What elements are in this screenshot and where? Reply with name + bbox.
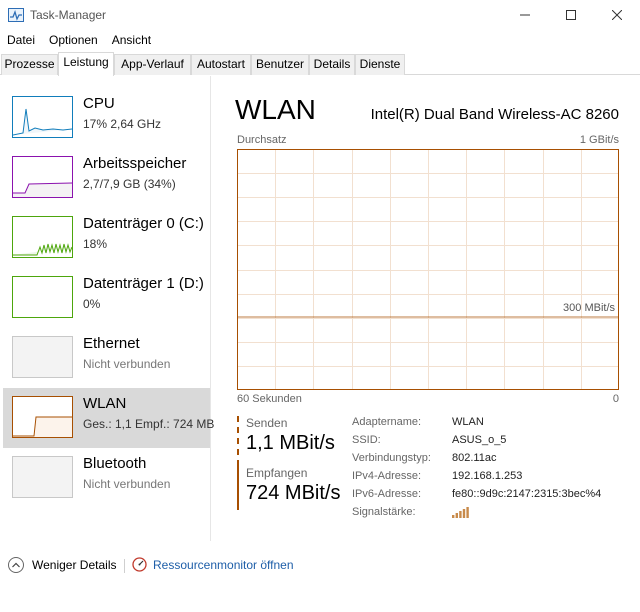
property-key: Verbindungstyp: bbox=[352, 452, 431, 464]
property-key: IPv6-Adresse: bbox=[352, 488, 422, 500]
chevron-up-icon bbox=[8, 557, 24, 573]
adapter-name: Intel(R) Dual Band Wireless-AC 8260 bbox=[370, 106, 619, 123]
wlan-thumbnail bbox=[12, 396, 73, 438]
property-value: ASUS_o_5 bbox=[452, 434, 507, 446]
property-key: SSID: bbox=[352, 434, 381, 446]
menu-datei[interactable]: Datei bbox=[0, 31, 42, 51]
bottom-bar: Weniger Details Ressourcenmonitor öffnen bbox=[0, 555, 640, 579]
menu-optionen[interactable]: Optionen bbox=[42, 31, 105, 51]
property-row: Adaptername: WLAN bbox=[352, 416, 601, 434]
send-stat: Senden 1,1 MBit/s bbox=[237, 416, 335, 466]
resource-sub: Ges.: 1,1 Empf.: 724 MB bbox=[83, 417, 215, 431]
tab-dienste[interactable]: Dienste bbox=[355, 54, 405, 75]
fewer-details-button[interactable]: Weniger Details bbox=[8, 557, 116, 573]
resource-sub: Nicht verbunden bbox=[83, 477, 171, 491]
disk0-thumbnail bbox=[12, 216, 73, 258]
receive-value: 724 MBit/s bbox=[246, 482, 341, 504]
close-icon bbox=[612, 10, 622, 20]
tab-app-verlauf[interactable]: App-Verlauf bbox=[114, 54, 191, 75]
resource-disk-1[interactable]: Datenträger 1 (D:) 0% bbox=[3, 268, 210, 328]
task-manager-icon bbox=[8, 8, 24, 22]
resource-name: Arbeitsspeicher bbox=[83, 155, 187, 172]
detail-title: WLAN bbox=[235, 94, 316, 125]
window-title: Task-Manager bbox=[30, 8, 107, 22]
property-row: Signalstärke: bbox=[352, 506, 601, 524]
resource-name: CPU bbox=[83, 95, 115, 112]
property-row: Verbindungstyp: 802.11ac bbox=[352, 452, 601, 470]
menu-bar: Datei Optionen Ansicht bbox=[0, 31, 158, 51]
resource-bluetooth[interactable]: Bluetooth Nicht verbunden bbox=[3, 448, 210, 508]
memory-thumbnail bbox=[12, 156, 73, 198]
cpu-thumbnail bbox=[12, 96, 73, 138]
property-value: fe80::9d9c:2147:2315:3bec%4 bbox=[452, 488, 602, 500]
tab-prozesse[interactable]: Prozesse bbox=[1, 54, 58, 75]
chart-max-label: 1 GBit/s bbox=[579, 134, 619, 146]
resource-sub: 2,7/7,9 GB (34%) bbox=[83, 177, 176, 191]
receive-label: Empfangen bbox=[246, 466, 308, 480]
resource-list: CPU 17% 2,64 GHz Arbeitsspeicher 2,7/7,9… bbox=[0, 76, 214, 541]
menu-ansicht[interactable]: Ansicht bbox=[105, 31, 158, 51]
property-key: Adaptername: bbox=[352, 416, 422, 428]
x-axis-right-label: 0 bbox=[612, 393, 619, 405]
send-value: 1,1 MBit/s bbox=[246, 432, 335, 454]
title-bar: Task-Manager bbox=[0, 0, 640, 30]
property-row: SSID: ASUS_o_5 bbox=[352, 434, 601, 452]
property-value: 802.11ac bbox=[452, 452, 497, 464]
minimize-button[interactable] bbox=[502, 0, 548, 30]
resource-name: Ethernet bbox=[83, 335, 140, 352]
tab-autostart[interactable]: Autostart bbox=[191, 54, 251, 75]
resource-monitor-label: Ressourcenmonitor öffnen bbox=[153, 557, 294, 572]
chart-mid-label: 300 MBit/s bbox=[563, 302, 615, 314]
property-value: 192.168.1.253 bbox=[452, 470, 523, 482]
resource-name: Datenträger 1 (D:) bbox=[83, 275, 204, 292]
resource-memory[interactable]: Arbeitsspeicher 2,7/7,9 GB (34%) bbox=[3, 148, 210, 208]
resource-name: Bluetooth bbox=[83, 455, 147, 472]
resource-disk-0[interactable]: Datenträger 0 (C:) 18% bbox=[3, 208, 210, 268]
close-button[interactable] bbox=[594, 0, 640, 30]
separator bbox=[124, 559, 125, 573]
resource-cpu[interactable]: CPU 17% 2,64 GHz bbox=[3, 88, 210, 148]
tab-leistung[interactable]: Leistung bbox=[58, 52, 114, 76]
maximize-button[interactable] bbox=[548, 0, 594, 30]
resource-name: WLAN bbox=[83, 395, 127, 412]
x-axis-left-label: 60 Sekunden bbox=[237, 393, 302, 405]
ethernet-thumbnail bbox=[12, 336, 73, 378]
adapter-properties: Adaptername: WLAN SSID: ASUS_o_5 Verbind… bbox=[352, 416, 601, 524]
send-label: Senden bbox=[246, 416, 288, 430]
resource-ethernet[interactable]: Ethernet Nicht verbunden bbox=[3, 328, 210, 388]
property-row: IPv6-Adresse: fe80::9d9c:2147:2315:3bec%… bbox=[352, 488, 601, 506]
property-key: Signalstärke: bbox=[352, 506, 416, 518]
bluetooth-thumbnail bbox=[12, 456, 73, 498]
resource-monitor-link[interactable]: Ressourcenmonitor öffnen bbox=[132, 557, 294, 572]
fewer-details-label: Weniger Details bbox=[32, 558, 117, 572]
disk1-thumbnail bbox=[12, 276, 73, 318]
throughput-chart bbox=[237, 149, 619, 390]
tab-details[interactable]: Details bbox=[309, 54, 355, 75]
tab-benutzer[interactable]: Benutzer bbox=[251, 54, 309, 75]
resource-sub: 0% bbox=[83, 297, 101, 311]
minimize-icon bbox=[520, 14, 530, 16]
resource-name: Datenträger 0 (C:) bbox=[83, 215, 204, 232]
resource-sub: 18% bbox=[83, 237, 108, 251]
receive-stat: Empfangen 724 MBit/s bbox=[237, 466, 340, 510]
property-row: IPv4-Adresse: 192.168.1.253 bbox=[352, 470, 601, 488]
resource-sub: 17% 2,64 GHz bbox=[83, 117, 162, 131]
signal-strength-icon bbox=[452, 506, 470, 524]
resource-monitor-icon bbox=[132, 557, 147, 572]
property-key: IPv4-Adresse: bbox=[352, 470, 422, 482]
maximize-icon bbox=[566, 10, 576, 20]
resource-wlan[interactable]: WLAN Ges.: 1,1 Empf.: 724 MB bbox=[3, 388, 214, 448]
property-value: WLAN bbox=[452, 416, 484, 428]
resource-sub: Nicht verbunden bbox=[83, 357, 171, 371]
chart-title: Durchsatz bbox=[237, 134, 287, 146]
tab-bar: Prozesse Leistung App-Verlauf Autostart … bbox=[0, 52, 640, 76]
